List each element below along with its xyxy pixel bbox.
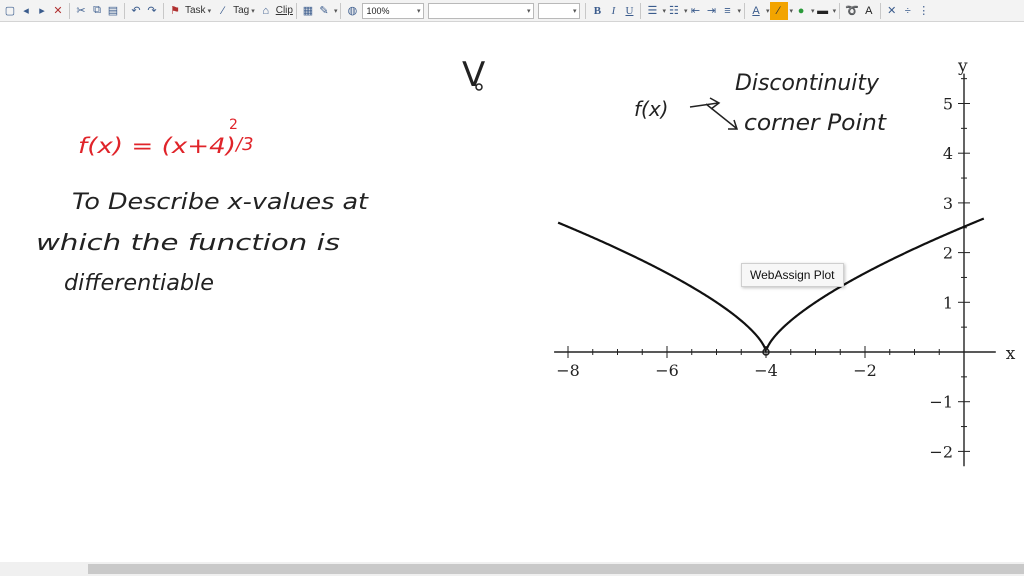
bullet-list-icon[interactable]: ☰: [644, 2, 660, 20]
task-button[interactable]: Task: [185, 5, 206, 16]
font-size-icon[interactable]: A: [861, 2, 877, 20]
task-line-3: differentiable: [64, 271, 214, 296]
close-icon[interactable]: ✕: [884, 2, 900, 20]
task-flag-icon[interactable]: ⚑: [167, 2, 183, 20]
italic-button[interactable]: I: [605, 2, 621, 20]
copy-icon[interactable]: ⧉: [89, 2, 105, 20]
highlighter-icon[interactable]: ∕: [769, 1, 788, 20]
y-tick-label: 1: [943, 293, 953, 312]
globe-icon[interactable]: ◍: [344, 2, 360, 20]
numbered-list-icon[interactable]: ☷: [666, 2, 682, 20]
scrollbar-thumb[interactable]: [88, 564, 1024, 574]
chevron-down-icon: ▾: [416, 7, 421, 15]
exponent-numerator: 2: [229, 117, 238, 133]
table-icon[interactable]: ▦: [300, 2, 316, 20]
arrow-to-discontinuity: [689, 97, 721, 110]
toolbar-divider: [640, 2, 642, 19]
chevron-down-icon[interactable]: ▾: [833, 7, 837, 15]
redo-icon[interactable]: ↷: [144, 2, 160, 20]
y-tick-label: −1: [929, 393, 953, 412]
x-tick-label: −4: [754, 361, 778, 380]
paste-icon[interactable]: ▤: [105, 2, 121, 20]
toolbar-divider: [69, 2, 70, 19]
clip-icon[interactable]: ⌂: [258, 2, 274, 20]
undo-icon[interactable]: ↶: [128, 2, 144, 20]
font-size-select[interactable]: ▾: [538, 2, 581, 19]
prev-page-icon[interactable]: ◂: [18, 2, 34, 20]
x-tick-label: −6: [655, 361, 679, 380]
discontinuity-note: Discontinuity: [735, 71, 880, 96]
plot-tooltip: WebAssign Plot: [741, 263, 844, 287]
lasso-icon[interactable]: ➰: [843, 2, 861, 20]
toolbar-divider: [585, 2, 587, 19]
zoom-value: 100%: [366, 5, 390, 16]
chevron-down-icon: ▾: [526, 7, 531, 15]
y-tick-label: 4: [943, 144, 953, 163]
arrow-to-corner: [705, 103, 739, 130]
task-line-2: which the function is: [36, 231, 340, 256]
y-tick-label: 2: [943, 244, 953, 263]
split-icon[interactable]: ÷: [900, 2, 916, 20]
new-page-icon[interactable]: ▢: [2, 2, 18, 20]
clip-button[interactable]: Clip: [276, 5, 293, 16]
fill-color-icon[interactable]: ●: [793, 2, 809, 20]
toolbar: ▢ ◂ ▸ ✕ ✂ ⧉ ▤ ↶ ↷ ⚑ Task ▾ ∕ Tag ▾ ⌂ Cli…: [0, 0, 1024, 22]
x-tick-label: −2: [853, 361, 877, 380]
y-axis-label: y: [957, 57, 968, 77]
chevron-down-icon: ▾: [572, 7, 577, 15]
chevron-down-icon[interactable]: ▾: [738, 7, 742, 15]
chevron-down-icon[interactable]: ▾: [208, 7, 212, 15]
horizontal-scrollbar[interactable]: [0, 562, 1024, 576]
x-axis-label: x: [1006, 344, 1016, 364]
tag-button[interactable]: Tag: [233, 5, 249, 16]
exponent-denominator: /3: [234, 134, 254, 155]
y-tick-label: 3: [943, 194, 953, 213]
toolbar-divider: [744, 2, 746, 19]
chevron-down-icon[interactable]: ▾: [334, 7, 338, 15]
toolbar-divider: [839, 2, 841, 19]
fx-note: f(x): [634, 97, 668, 121]
toolbar-divider: [879, 2, 881, 19]
toolbar-divider: [295, 2, 297, 19]
next-page-icon[interactable]: ▸: [34, 2, 50, 20]
task-line-1: To Describe x-values at: [72, 190, 370, 215]
toolbar-divider: [340, 2, 342, 19]
bold-button[interactable]: B: [589, 2, 605, 20]
align-icon[interactable]: ≡: [720, 2, 736, 20]
draw-icon[interactable]: ✎: [316, 2, 332, 20]
cut-icon[interactable]: ✂: [73, 2, 89, 20]
toolbar-divider: [124, 2, 125, 19]
font-color-icon[interactable]: A: [748, 2, 764, 20]
underline-button[interactable]: U: [621, 2, 637, 20]
x-tick-label: −8: [556, 361, 580, 380]
line-style-icon[interactable]: ▬: [815, 2, 831, 20]
font-family-select[interactable]: ▾: [428, 2, 535, 19]
delete-page-icon[interactable]: ✕: [50, 2, 66, 20]
more-icon[interactable]: ⋮: [916, 2, 932, 20]
whiteboard-canvas[interactable]: f(x) = (x+4) 2 /3 To Describe x-values a…: [0, 23, 1024, 561]
y-tick-label: 5: [943, 95, 953, 114]
tag-pen-icon[interactable]: ∕: [215, 2, 231, 20]
corner-point-note: corner Point: [744, 111, 887, 136]
function-note: f(x) = (x+4): [78, 134, 236, 158]
toolbar-divider: [163, 2, 164, 19]
indent-icon[interactable]: ⇥: [704, 2, 720, 20]
y-tick-label: −2: [929, 442, 953, 461]
chevron-down-icon[interactable]: ▾: [251, 7, 255, 15]
zoom-select[interactable]: 100% ▾: [362, 2, 425, 19]
outdent-icon[interactable]: ⇤: [688, 2, 704, 20]
